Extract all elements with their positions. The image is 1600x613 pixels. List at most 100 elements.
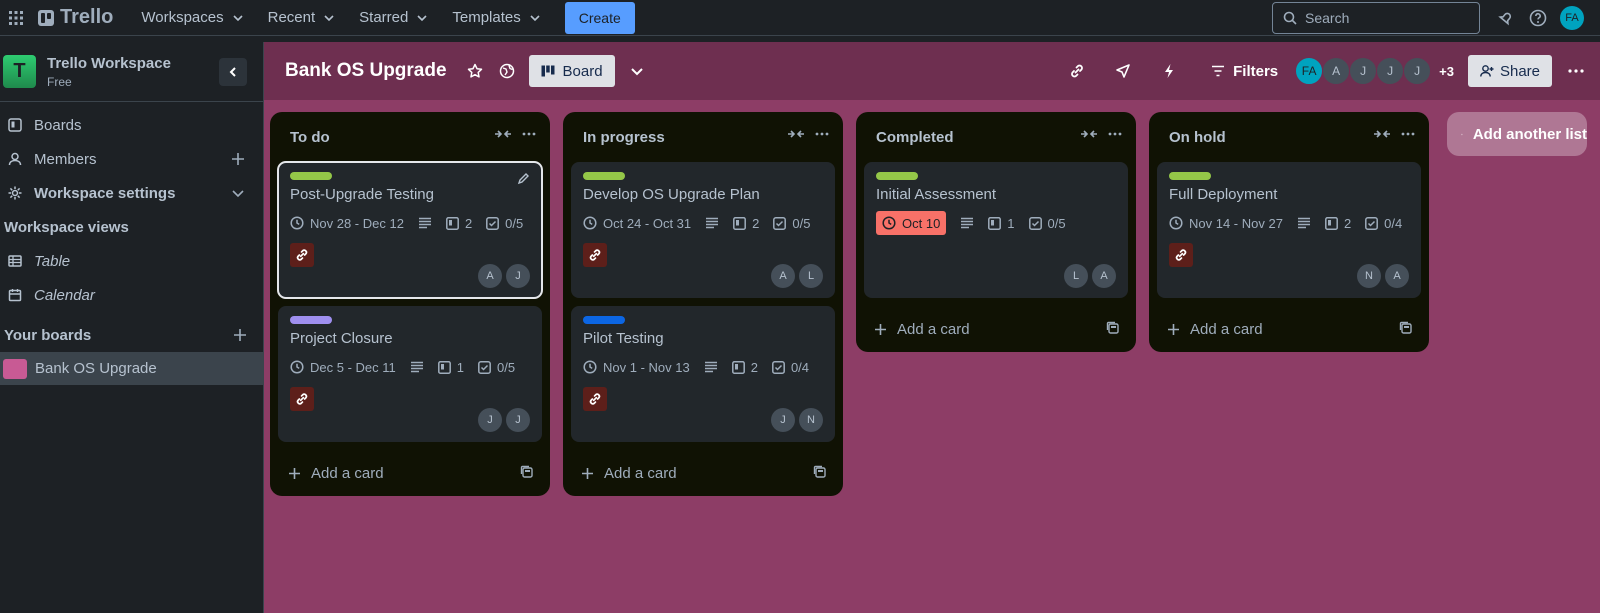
sidebar-board-bank-os-upgrade[interactable]: Bank OS Upgrade: [0, 352, 263, 385]
chevron-down-icon[interactable]: [621, 55, 653, 87]
checklist-badge: 0/4: [1365, 211, 1402, 235]
edit-pencil-icon[interactable]: [517, 172, 530, 185]
card-label[interactable]: [876, 172, 918, 180]
sidebar-item-workspace-settings[interactable]: Workspace settings: [0, 176, 263, 210]
add-list-button[interactable]: Add another list: [1447, 112, 1587, 156]
link-icon[interactable]: [290, 243, 314, 267]
card[interactable]: Develop OS Upgrade Plan Oct 24 - Oct 31 2 0…: [571, 162, 835, 298]
nav-workspaces[interactable]: Workspaces: [129, 2, 255, 34]
card-member-avatar[interactable]: J: [771, 408, 795, 432]
collapse-list-icon[interactable]: [1080, 128, 1098, 140]
workspace-name[interactable]: Trello Workspace: [47, 55, 171, 72]
more-members-count[interactable]: +3: [1439, 64, 1454, 79]
list-menu-icon[interactable]: [522, 128, 536, 140]
sidebar-view-calendar[interactable]: Calendar: [0, 278, 263, 312]
globe-icon[interactable]: [491, 55, 523, 87]
share-button[interactable]: Share: [1467, 55, 1552, 87]
add-board-icon[interactable]: [233, 328, 247, 342]
collapse-list-icon[interactable]: [1373, 128, 1391, 140]
card-member-avatar[interactable]: A: [1092, 264, 1116, 288]
card-member-avatar[interactable]: J: [506, 264, 530, 288]
sidebar-item-members[interactable]: Members: [0, 142, 263, 176]
card[interactable]: Pilot Testing Nov 1 - Nov 13 2 0/4 J N: [571, 306, 835, 442]
card[interactable]: Post-Upgrade Testing Nov 28 - Dec 12 2 0/5 A…: [277, 161, 543, 299]
card-member-avatar[interactable]: N: [1357, 264, 1381, 288]
nav-recent[interactable]: Recent: [256, 2, 348, 34]
add-member-icon[interactable]: [231, 152, 245, 166]
card-label[interactable]: [290, 172, 332, 180]
notifications-icon[interactable]: [1490, 2, 1522, 34]
link-icon[interactable]: [290, 387, 314, 411]
member-avatar[interactable]: J: [1376, 57, 1405, 85]
member-avatar[interactable]: FA: [1295, 57, 1324, 85]
collapse-list-icon[interactable]: [787, 128, 805, 140]
due-date-badge[interactable]: Nov 1 - Nov 13: [583, 355, 690, 379]
card-label[interactable]: [290, 316, 332, 324]
card[interactable]: Full Deployment Nov 14 - Nov 27 2 0/4 N A: [1157, 162, 1421, 298]
top-navigation-bar: Trello Workspaces Recent Starred Templat…: [0, 0, 1600, 36]
card-template-icon[interactable]: [1399, 321, 1413, 335]
member-avatar[interactable]: J: [1403, 57, 1432, 85]
member-avatar[interactable]: A: [1322, 57, 1351, 85]
automation-lightning-icon[interactable]: [1153, 55, 1185, 87]
card-member-avatar[interactable]: L: [1064, 264, 1088, 288]
board-title[interactable]: Bank OS Upgrade: [285, 60, 447, 82]
card-label[interactable]: [583, 316, 625, 324]
card[interactable]: Initial Assessment Oct 10 1 0/5 L A: [864, 162, 1128, 298]
due-date-badge[interactable]: Dec 5 - Dec 11: [290, 355, 396, 379]
card-label[interactable]: [583, 172, 625, 180]
list-header[interactable]: To do: [270, 112, 550, 162]
card-template-icon[interactable]: [520, 465, 534, 479]
card-member-avatar[interactable]: A: [478, 264, 502, 288]
link-icon[interactable]: [583, 243, 607, 267]
board-menu-icon[interactable]: [1560, 55, 1592, 87]
card-member-avatar[interactable]: N: [799, 408, 823, 432]
card-member-avatar[interactable]: J: [506, 408, 530, 432]
add-card-button[interactable]: Add a card: [856, 306, 1136, 352]
add-card-button[interactable]: Add a card: [1149, 306, 1429, 352]
link-icon[interactable]: [1061, 55, 1093, 87]
create-button[interactable]: Create: [564, 1, 635, 34]
workspace-header: T Trello Workspace Free: [0, 42, 263, 102]
list-menu-icon[interactable]: [815, 128, 829, 140]
link-icon[interactable]: [583, 387, 607, 411]
help-icon[interactable]: [1522, 2, 1554, 34]
app-switcher-icon[interactable]: [0, 2, 32, 34]
card-member-avatar[interactable]: J: [478, 408, 502, 432]
card-member-avatar[interactable]: A: [1385, 264, 1409, 288]
link-icon[interactable]: [1169, 243, 1193, 267]
list-header[interactable]: On hold: [1149, 112, 1429, 162]
card[interactable]: Project Closure Dec 5 - Dec 11 1 0/5 J J: [278, 306, 542, 442]
due-date-badge[interactable]: Oct 24 - Oct 31: [583, 211, 691, 235]
list-menu-icon[interactable]: [1108, 128, 1122, 140]
checklist-count: 0/5: [496, 359, 516, 375]
due-date-badge[interactable]: Oct 10: [876, 211, 947, 235]
due-date-badge[interactable]: Nov 14 - Nov 27: [1169, 211, 1283, 235]
add-card-button[interactable]: Add a card: [563, 450, 843, 496]
filters-button[interactable]: Filters: [1199, 63, 1290, 80]
card-member-avatar[interactable]: L: [799, 264, 823, 288]
nav-templates[interactable]: Templates: [440, 2, 552, 34]
member-avatar[interactable]: J: [1349, 57, 1378, 85]
chevron-down-icon[interactable]: [231, 186, 245, 200]
list-menu-icon[interactable]: [1401, 128, 1415, 140]
user-avatar[interactable]: FA: [1560, 6, 1584, 30]
collapse-list-icon[interactable]: [494, 128, 512, 140]
nav-starred[interactable]: Starred: [347, 2, 440, 34]
sidebar-item-boards[interactable]: Boards: [0, 108, 263, 142]
card-label[interactable]: [1169, 172, 1211, 180]
list-header[interactable]: Completed: [856, 112, 1136, 162]
rocket-icon[interactable]: [1107, 55, 1139, 87]
sidebar-view-table[interactable]: Table: [0, 244, 263, 278]
card-template-icon[interactable]: [1106, 321, 1120, 335]
card-member-avatar[interactable]: A: [771, 264, 795, 288]
list-header[interactable]: In progress: [563, 112, 843, 162]
trello-logo[interactable]: Trello: [38, 6, 113, 29]
star-icon[interactable]: [459, 55, 491, 87]
board-view-button[interactable]: Board: [528, 55, 615, 87]
card-template-icon[interactable]: [813, 465, 827, 479]
due-date-badge[interactable]: Nov 28 - Dec 12: [290, 211, 404, 235]
collapse-sidebar-button[interactable]: [219, 58, 247, 86]
search-input[interactable]: Search: [1272, 2, 1480, 34]
add-card-button[interactable]: Add a card: [270, 450, 550, 496]
